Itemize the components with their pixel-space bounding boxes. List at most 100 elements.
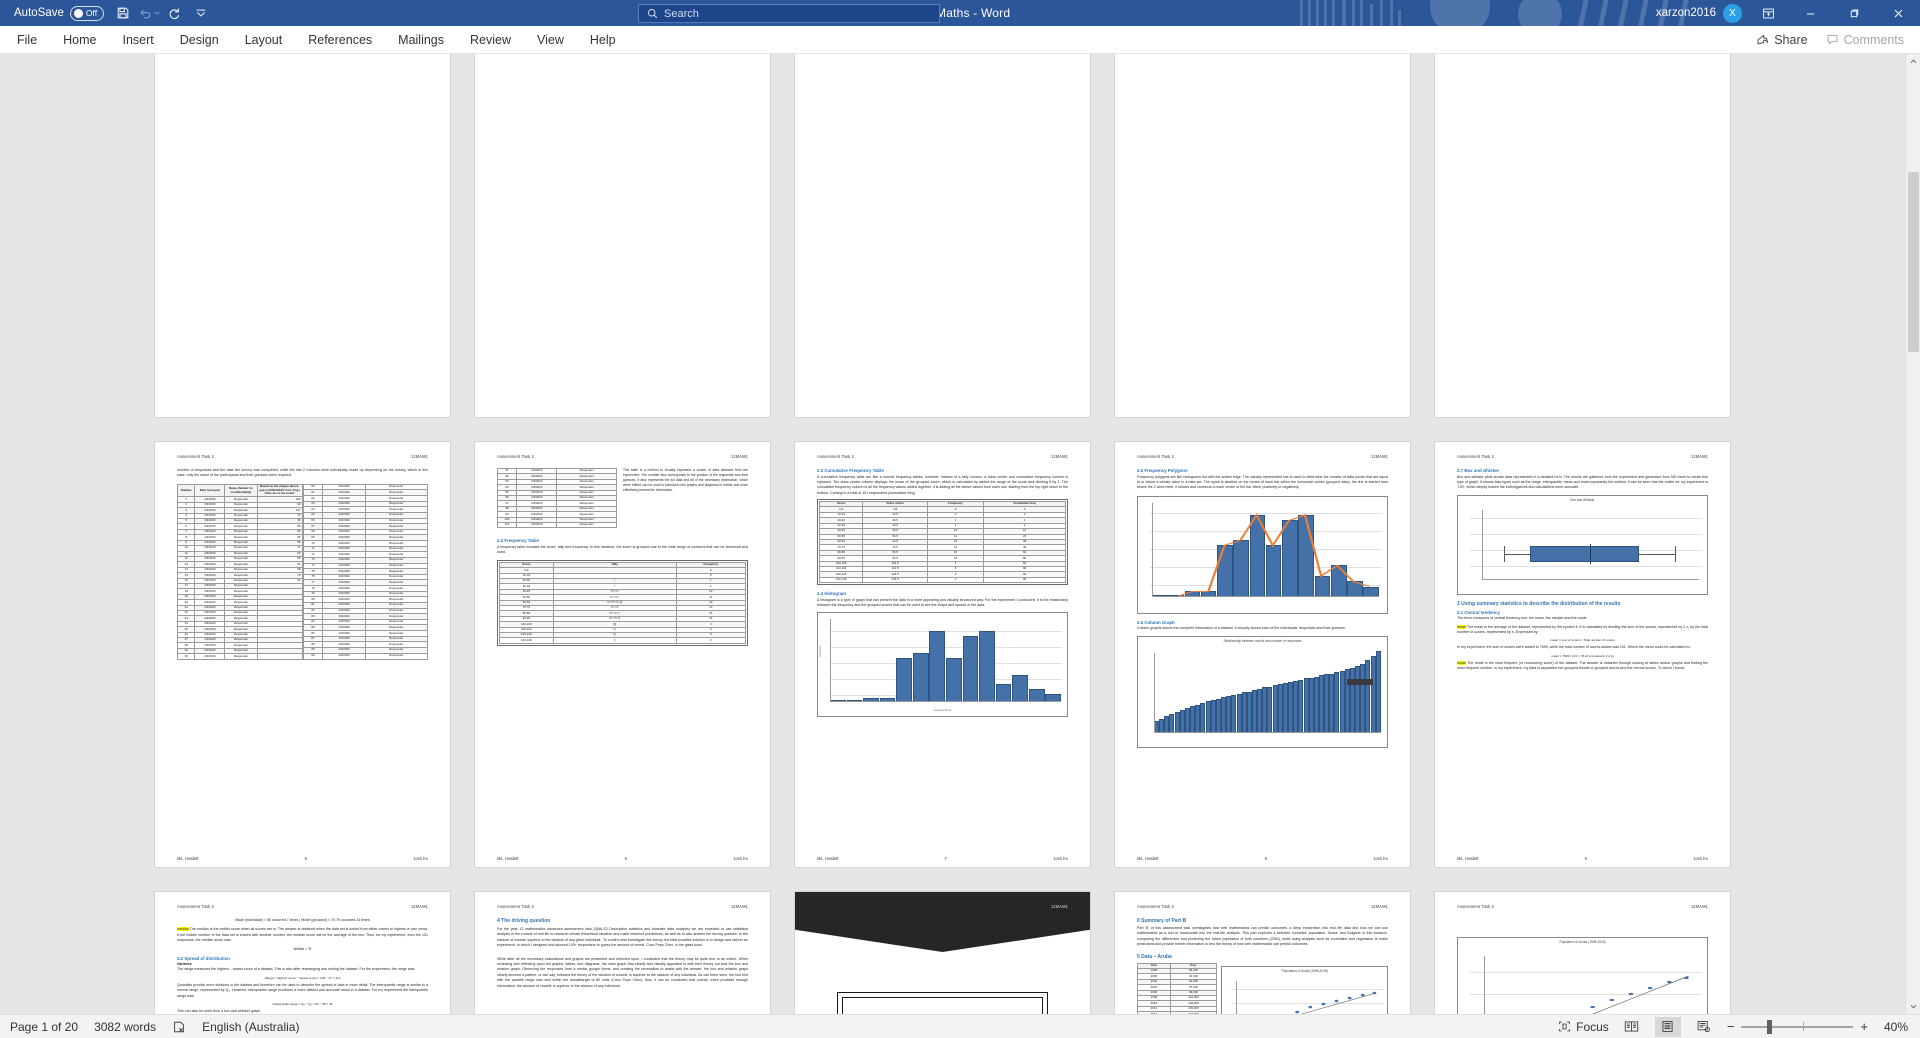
page-footer: Ms. Howlett 9 Josh Ko [1457,856,1708,861]
table-row: 130-139 134.5 2 95 [818,576,1066,584]
histogram-chart: Grouped Score Frequency [817,612,1068,718]
comments-label: Comments [1843,32,1904,47]
page-thumbnail[interactable]: Assessment Task 2 12MAM1 Mode (individua… [155,892,450,1014]
tab-review[interactable]: Review [457,26,524,53]
zoom-in-button[interactable]: + [1860,1019,1868,1034]
ribbon-display-options-icon[interactable] [1748,0,1788,26]
close-button[interactable] [1876,0,1920,26]
search-box[interactable]: Search [638,4,940,23]
restore-button[interactable] [1832,0,1876,26]
scrollbar-thumb[interactable] [1908,172,1919,352]
tab-file[interactable]: File [4,26,50,53]
paragraph: The three measures of central tendency a… [1457,616,1588,621]
document-canvas[interactable]: Ms. Howlett 5 Josh Ko Ms. Howlett 6 Josh… [0,54,1920,1014]
page-indicator[interactable]: Page 1 of 20 [10,1020,78,1034]
page-thumbnail[interactable] [795,54,1090,417]
header-right: 12MAM1 [1371,454,1388,459]
header-left: Assessment Task 2 [177,904,214,909]
col-name: Name (hidden for confidentiality) [224,483,258,498]
header-right: 12MAM1 [1371,904,1388,909]
tab-mailings[interactable]: Mailings [385,26,457,53]
proofing-status[interactable] [172,1020,186,1034]
search-placeholder: Search [664,7,699,20]
scroll-up-icon[interactable] [1906,54,1920,69]
formula-iqr: Interquartile range = Q₃ − Q₁ = 92 − 58 … [272,1002,333,1007]
scroll-down-icon[interactable] [1906,999,1920,1014]
zoom-level[interactable]: 40% [1878,1020,1908,1034]
page-header: Assessment Task 2 12MAM1 [177,904,428,909]
paragraph: While after all the necessary calculatio… [497,956,748,988]
view-read-mode-button[interactable] [1619,1017,1645,1037]
comments-button[interactable]: Comments [1818,31,1912,49]
status-bar-left: Page 1 of 20 3082 words English (Austral… [0,1020,299,1034]
col-date: Date Surveyed [194,483,226,498]
section-heading: 3 Using summary statistics to describe t… [1457,600,1621,607]
page-thumbnail[interactable]: Ms. Howlett 5 Josh Ko [475,54,770,417]
document-title: A2 - Maths - Word [909,6,1011,20]
undo-icon[interactable] [136,1,162,25]
page-header: Assessment Task 2 12MAM1 [497,454,748,459]
section-heading: 2.7 Box and whisker [1457,468,1708,473]
page-thumbnail[interactable]: Assessment Task 2 12MAM1 4 The driving q… [475,892,770,1014]
page-thumbnail[interactable]: Assessment Task 2 12MAM1 2.3 Cumulative … [795,442,1090,867]
page-thumbnail[interactable] [155,54,450,417]
formula-mean: mean = sum of scores / Total number of s… [1550,638,1615,643]
customize-quick-access-toolbar-icon[interactable] [188,1,214,25]
page-thumbnail[interactable]: Assessment Task 2 12MAM1 0 Summary of Pa… [1115,892,1410,1014]
share-button[interactable]: Share [1748,31,1815,49]
page-thumbnail[interactable]: Assessment Task 2 12MAM1 2.7 Box and whi… [1435,442,1730,867]
section-heading: 2.6 Column Graph [1137,619,1175,625]
page-thumbnail[interactable]: Assessment Task 2 12MAM1 number of respo… [155,442,450,867]
avatar: X [1723,3,1742,23]
minimize-button[interactable] [1788,0,1832,26]
quick-access-toolbar: AutoSave Off [0,1,214,25]
box-whisker-chart: Box and Whisker [1457,494,1708,595]
title-bar-right-controls: xarzon2016 X [1656,0,1920,26]
paragraph: mode The mode is the most frequent (or r… [1457,660,1708,671]
table-row: 130-139 || 2 [499,637,747,644]
tab-design[interactable]: Design [167,26,232,53]
word-count[interactable]: 3082 words [94,1020,156,1034]
read-mode-icon [1625,1021,1639,1032]
page-thumbnail[interactable]: Assessment Task 2 12MAM1 Population of A… [1435,892,1730,1014]
view-web-layout-button[interactable] [1691,1017,1717,1037]
page-thumbnail[interactable]: Ms. Howlett 6 Josh Ko [1115,54,1410,417]
tab-references[interactable]: References [295,26,385,53]
proofing-errors-icon [174,1021,184,1032]
zoom-track[interactable] [1741,1019,1854,1034]
footer-page-number: 5 [304,856,307,861]
paragraph: Box and whisker plots shows data represe… [1457,474,1708,490]
footer-page-number: 8 [1264,856,1267,861]
col-guess: Based on the images above, guess HOW MAN… [256,483,303,498]
tab-layout[interactable]: Layout [232,26,296,53]
autosave-toggle[interactable]: Off [69,5,104,21]
page-header: Assessment Task 2 12MAM1 [1137,904,1388,909]
tab-help[interactable]: Help [577,26,629,53]
page-thumbnail-part-b-divider[interactable]: 12MAM1 Part B Predicting outcomes How ca… [795,892,1090,1014]
status-bar-right: Focus − + 40% [1558,1016,1920,1037]
tab-home[interactable]: Home [50,26,109,53]
language-indicator[interactable]: English (Australia) [202,1020,299,1034]
zoom-slider[interactable]: − + [1727,1019,1868,1034]
autosave-control[interactable]: AutoSave Off [8,5,110,21]
tab-insert[interactable]: Insert [110,26,167,53]
header-right: 12MAM1 [411,904,428,909]
page-thumbnail[interactable]: Ms. Howlett 7 Josh Ko [1435,54,1730,417]
vertical-scrollbar[interactable] [1905,54,1920,1014]
zoom-out-button[interactable]: − [1727,1019,1735,1034]
save-icon[interactable] [110,1,136,25]
page-thumbnail[interactable]: Assessment Task 2 12MAM1 91 2/3/2020 Respo… [475,442,770,867]
account-name: xarzon2016 [1655,7,1716,19]
footer-right: Josh Ko [1693,856,1708,861]
page-footer: Ms. Howlett 7 Josh Ko [817,856,1068,861]
footer-right: Josh Ko [1053,856,1068,861]
account-control[interactable]: xarzon2016 X [1655,3,1748,23]
page-thumbnail[interactable]: Assessment Task 2 12MAM1 2.5 Frequency P… [1115,442,1410,867]
tab-view[interactable]: View [524,26,577,53]
view-print-layout-button[interactable] [1654,1016,1681,1037]
redo-icon[interactable] [162,1,188,25]
col-number: Number [176,483,196,498]
zoom-thumb[interactable] [1767,1019,1773,1034]
zoom-tick-100 [1803,1021,1805,1031]
focus-button[interactable]: Focus [1558,1020,1609,1034]
